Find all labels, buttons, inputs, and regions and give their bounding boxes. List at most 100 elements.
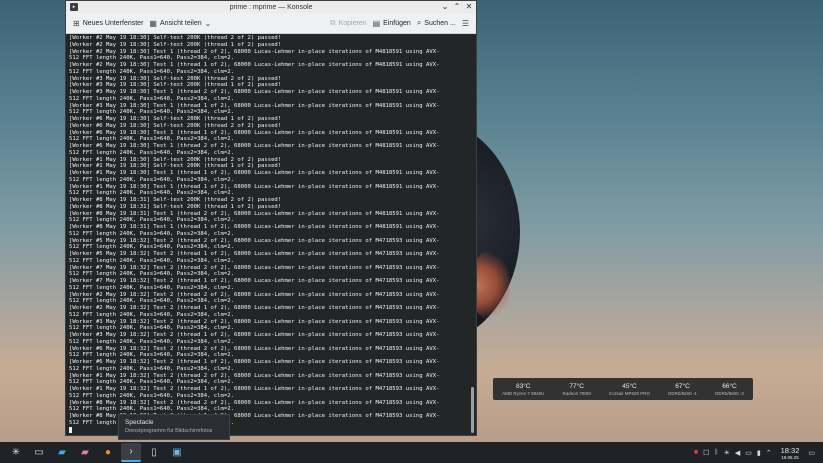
sensor-label: Corsair MP600 PRO — [608, 390, 650, 396]
bluetooth-icon[interactable]: ᛒ — [714, 449, 718, 456]
text-cursor — [69, 426, 72, 433]
chevron-down-icon: ⌄ — [204, 18, 212, 28]
share-icon: ▦ — [149, 18, 157, 28]
split-view-button[interactable]: ⊞ Neues Unterfenster — [70, 17, 146, 30]
terminal-line: [Worker #1 May 19 18:32] Test 2 (thread … — [69, 372, 440, 379]
terminal-line: 512 FFT length 240K, Pass1=640, Pass2=38… — [69, 257, 235, 264]
sensor-value: 83°C — [515, 382, 531, 390]
pager-icon[interactable]: ▭ — [29, 443, 49, 462]
terminal-line: 512 FFT length 240K, Pass1=640, Pass2=38… — [69, 176, 235, 183]
terminal-line: [Worker #8 May 19 18:31] Self-test 200K … — [69, 197, 282, 203]
terminal-line: 512 FFT length 240K, Pass1=640, Pass2=38… — [69, 230, 235, 237]
tooltip-subtitle: Dienstprogramm für Bildschirmfotos — [125, 428, 213, 434]
terminal-line: [Worker #2 May 19 18:32] Test 2 (thread … — [69, 305, 440, 311]
network-icon[interactable]: ▭ — [745, 449, 752, 457]
terminal-line: [Worker #2 May 19 18:30] Self-test 200K … — [69, 35, 282, 41]
sensor-label: DDR5/5600 -1 — [668, 390, 697, 396]
terminal-line: 512 FFT length 240K, Pass1=640, Pass2=38… — [69, 190, 235, 197]
terminal-line: [Worker #6 May 19 18:30] Self-test 200K … — [69, 116, 282, 122]
folder-icon[interactable]: ▰ — [75, 443, 95, 462]
terminal-line: 512 FFT length 240K, Pass1=640, Pass2=38… — [69, 271, 235, 278]
share-view-label: Ansicht teilen — [159, 19, 202, 27]
terminal-line: [Worker #8 May 19 18:31] Test 1 (thread … — [69, 224, 440, 230]
search-icon: ⌕ — [416, 18, 422, 27]
terminal-line: [Worker #7 May 19 18:32] Test 2 (thread … — [69, 264, 440, 271]
sensor-widget: 83°C AMD Ryzen 7 8840U 77°C Radeon 780M 45°C… — [493, 378, 753, 400]
terminal-line: 512 FFT length 240K, Pass1=640, Pass2=38… — [69, 149, 235, 156]
terminal-line: [Worker #7 May 19 18:32] Test 2 (thread … — [69, 278, 440, 284]
paste-button[interactable]: ▤ Einfügen — [370, 17, 414, 30]
share-view-button[interactable]: ▦ Ansicht teilen ⌄ — [146, 17, 214, 30]
clock-date: 19.05.25 — [781, 454, 799, 460]
launcher-icon[interactable]: ✳ — [6, 443, 26, 462]
terminal-line: [Worker #8 May 19 18:31] Test 1 (thread … — [69, 210, 440, 217]
terminal-line: [Worker #5 May 19 18:32] Test 2 (thread … — [69, 237, 440, 244]
terminal-icon[interactable]: ▸ — [70, 3, 78, 11]
app-tray-icon[interactable]: ■ — [694, 449, 698, 456]
terminal-line: [Worker #1 May 19 18:30] Test 1 (thread … — [69, 170, 440, 176]
terminal-line: [Worker #3 May 19 18:30] Test 1 (thread … — [69, 102, 440, 109]
konsole-icon[interactable]: › — [121, 443, 141, 462]
minimize-icon[interactable]: ⌄ — [441, 1, 449, 13]
spectacle-icon[interactable]: ▣ — [167, 443, 187, 462]
menu-icon: ☰ — [461, 18, 469, 28]
sensor-item: 66°C DDR5/5600 -2 — [715, 383, 744, 396]
terminal-line: [Worker #2 May 19 18:30] Test 1 (thread … — [69, 62, 440, 68]
terminal-line: 512 FFT length 240K, Pass1=640, Pass2=38… — [69, 325, 235, 332]
expand-tray-icon[interactable]: ⌃ — [766, 449, 772, 457]
terminal-line: [Worker #1 May 19 18:30] Self-test 200K … — [69, 163, 282, 170]
terminal-line: 512 FFT length 240K, Pass1=640, Pass2=38… — [69, 217, 235, 224]
sensor-item: 83°C AMD Ryzen 7 8840U — [502, 383, 544, 396]
terminal-line: [Worker #5 May 19 18:32] Test 2 (thread … — [69, 251, 440, 257]
hamburger-menu-button[interactable]: ☰ — [459, 17, 472, 30]
paste-icon: ▤ — [372, 18, 381, 28]
terminal-line: [Worker #2 May 19 18:30] Test 1 (thread … — [69, 48, 440, 55]
sensor-label: DDR5/5600 -2 — [715, 390, 744, 396]
search-button[interactable]: ⌕ Suchen ... — [414, 16, 459, 30]
terminal-line: 512 FFT length 240K, Pass1=640, Pass2=38… — [69, 136, 235, 143]
terminal-line: [Worker #6 May 19 18:30] Test 1 (thread … — [69, 143, 440, 149]
firefox-icon[interactable]: ● — [98, 443, 118, 462]
brightness-icon[interactable]: ☀ — [724, 449, 730, 457]
document-icon[interactable]: ▯ — [144, 443, 164, 462]
terminal-output[interactable]: [Worker #2 May 19 18:30] Self-test 200K … — [66, 34, 476, 435]
terminal-line: 512 FFT length 240K, Pass1=640, Pass2=38… — [69, 68, 235, 75]
terminal-line: 512 FFT length 240K, Pass1=640, Pass2=38… — [69, 244, 235, 251]
notifications-icon[interactable]: ☐ — [703, 449, 709, 457]
terminal-line: [Worker #1 May 19 18:30] Self-test 200K … — [69, 156, 282, 163]
battery-icon[interactable]: ▮ — [757, 449, 761, 457]
scrollbar[interactable] — [471, 37, 474, 433]
terminal-line: [Worker #8 May 19 18:31] Self-test 200K … — [69, 203, 282, 210]
copy-button[interactable]: ⧉ Kopieren — [327, 16, 370, 30]
clock[interactable]: 18:32 19.05.25 — [781, 446, 800, 460]
terminal-line: [Worker #8 May 19 18:32] Test 2 (thread … — [69, 399, 440, 406]
sensor-item: 45°C Corsair MP600 PRO — [609, 383, 650, 396]
show-desktop-icon[interactable]: ▭ — [808, 449, 815, 457]
copy-label: Kopieren — [338, 19, 367, 27]
split-view-label: Neues Unterfenster — [82, 19, 144, 27]
terminal-line: [Worker #3 May 19 18:30] Test 1 (thread … — [69, 89, 440, 95]
terminal-line: [Worker #6 May 19 18:30] Self-test 200K … — [69, 122, 282, 129]
window-title: prime : mprime — Konsole — [229, 3, 313, 11]
konsole-window: ▸ prime : mprime — Konsole ⌄ ⌃ ✕ ⊞ Neues… — [65, 0, 477, 436]
split-icon: ⊞ — [73, 18, 80, 28]
sensor-value: 66°C — [722, 382, 737, 390]
sensor-item: 67°C DDR5/5600 -1 — [668, 383, 697, 396]
terminal-line: 512 FFT length 240K, Pass1=640, Pass2=38… — [69, 109, 235, 116]
terminal-line: [Worker #3 May 19 18:30] Self-test 200K … — [69, 82, 282, 89]
terminal-line: [Worker #6 May 19 18:32] Test 2 (thread … — [69, 359, 440, 365]
terminal-line: [Worker #3 May 19 18:32] Test 2 (thread … — [69, 318, 440, 325]
maximize-icon[interactable]: ⌃ — [453, 1, 461, 13]
terminal-line: [Worker #2 May 19 18:30] Self-test 200K … — [69, 41, 282, 48]
files-icon[interactable]: ▰ — [52, 443, 72, 462]
close-icon[interactable]: ✕ — [465, 1, 473, 13]
terminal-line: 512 FFT length 240K, Pass1=640, Pass2=38… — [69, 284, 235, 291]
terminal-line: 512 FFT length 240K, Pass1=640, Pass2=38… — [69, 365, 235, 372]
titlebar[interactable]: ▸ prime : mprime — Konsole ⌄ ⌃ ✕ — [66, 1, 476, 13]
sensor-value: 77°C — [569, 382, 584, 390]
terminal-line: [Worker #3 May 19 18:30] Self-test 200K … — [69, 75, 282, 82]
paste-label: Einfügen — [383, 19, 411, 27]
scrollbar-thumb[interactable] — [471, 387, 474, 433]
search-label: Suchen ... — [424, 19, 456, 27]
volume-icon[interactable]: ◀ — [735, 449, 740, 457]
